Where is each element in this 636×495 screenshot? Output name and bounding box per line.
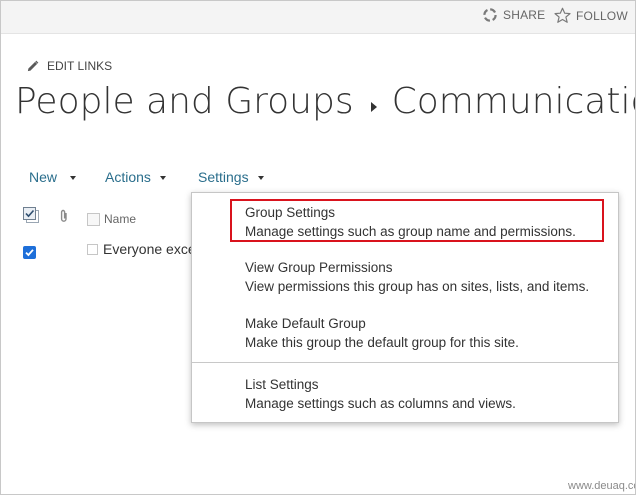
check-icon xyxy=(25,249,34,257)
menu-item-description: Manage settings such as columns and view… xyxy=(245,396,516,411)
share-label: SHARE xyxy=(503,8,546,22)
row-checkbox[interactable] xyxy=(87,244,98,255)
share-button[interactable]: SHARE xyxy=(482,7,545,23)
caret-down-icon xyxy=(159,176,166,180)
star-icon xyxy=(554,7,571,23)
pencil-icon xyxy=(27,60,39,71)
menu-item-title: View Group Permissions xyxy=(245,260,393,275)
page-frame: SHARE FOLLOW EDIT LINKS People and Group… xyxy=(0,0,636,495)
menu-item-description: View permissions this group has on sites… xyxy=(245,279,590,294)
caret-down-icon xyxy=(257,176,264,180)
page-title: People and Groups Communication xyxy=(15,81,635,122)
name-column-header[interactable]: Name xyxy=(104,212,136,226)
menu-item-group-settings[interactable]: Group Settings Manage settings such as g… xyxy=(245,204,576,241)
new-label: New xyxy=(29,169,58,185)
edit-links-button[interactable]: EDIT LINKS xyxy=(26,59,112,73)
breadcrumb-site[interactable]: People and Groups xyxy=(15,81,354,122)
settings-label: Settings xyxy=(198,169,249,185)
menu-item-view-group-permissions[interactable]: View Group Permissions View permissions … xyxy=(245,259,589,296)
menu-item-description: Manage settings such as group name and p… xyxy=(245,224,576,239)
list-header: Name xyxy=(23,207,203,229)
menu-item-make-default-group[interactable]: Make Default Group Make this group the d… xyxy=(245,315,519,352)
breadcrumb-separator-icon xyxy=(370,81,378,122)
new-menu-button[interactable]: New xyxy=(29,169,77,185)
row-selected-checkbox[interactable] xyxy=(23,246,36,259)
actions-menu-button[interactable]: Actions xyxy=(105,169,166,185)
menu-item-list-settings[interactable]: List Settings Manage settings such as co… xyxy=(245,376,516,413)
watermark: www.deuaq.com xyxy=(568,480,635,492)
follow-button[interactable]: FOLLOW xyxy=(554,7,628,24)
settings-dropdown-menu: Group Settings Manage settings such as g… xyxy=(191,192,619,423)
name-column-checkbox[interactable] xyxy=(87,213,100,226)
actions-label: Actions xyxy=(105,169,151,185)
attachment-icon xyxy=(59,209,69,228)
menu-item-description: Make this group the default group for th… xyxy=(245,335,519,350)
select-all-icon[interactable] xyxy=(23,207,40,229)
top-action-bar: SHARE FOLLOW xyxy=(1,1,635,34)
settings-menu-button[interactable]: Settings xyxy=(198,169,264,185)
share-icon xyxy=(483,8,497,22)
menu-item-title: List Settings xyxy=(245,377,319,392)
breadcrumb-page: Communication xyxy=(391,81,635,122)
list-item-name[interactable]: Everyone exce xyxy=(103,241,196,257)
menu-item-title: Group Settings xyxy=(245,205,336,220)
follow-label: FOLLOW xyxy=(576,8,628,23)
menu-item-title: Make Default Group xyxy=(245,316,366,331)
edit-links-label: EDIT LINKS xyxy=(47,59,113,73)
menu-divider xyxy=(192,362,618,363)
caret-down-icon xyxy=(70,176,77,180)
